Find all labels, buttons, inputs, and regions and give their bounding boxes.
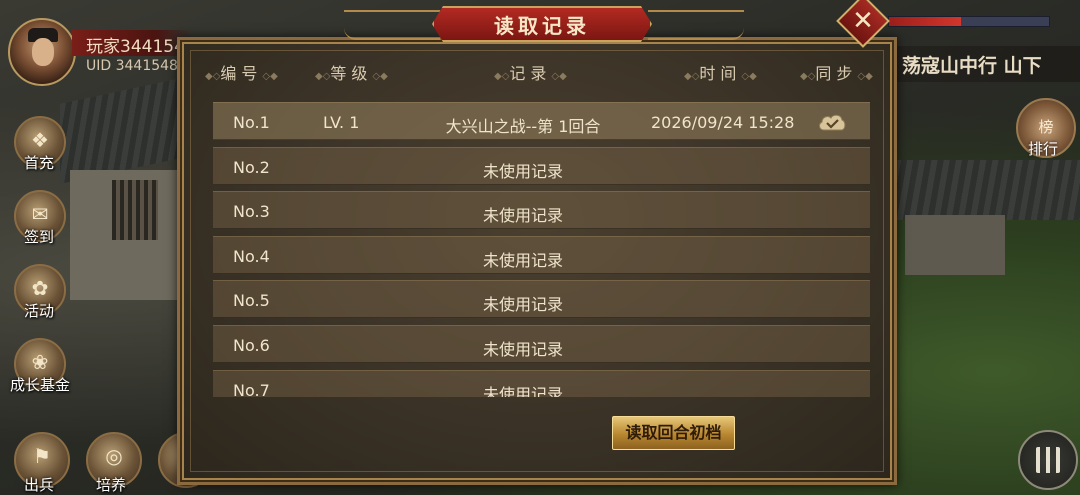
dispatch-label: 出兵 xyxy=(24,476,55,494)
record-row[interactable]: No.7 未使用记录 xyxy=(213,370,870,397)
record-name: 未使用记录 xyxy=(482,385,563,397)
load-round-start-button[interactable]: 读取回合初档 xyxy=(612,416,735,450)
column-header-id-text: 编号 xyxy=(220,64,263,83)
rank-label: 排行 xyxy=(1028,140,1059,158)
record-name: 未使用记录 xyxy=(482,295,563,314)
close-icon[interactable]: ✕ xyxy=(844,2,882,40)
flag-icon: ⚑ xyxy=(33,444,51,468)
health-bar xyxy=(888,16,1050,27)
column-header-time-text: 时间 xyxy=(699,64,742,83)
column-header-sync: ◆◇同步◇◆ xyxy=(800,64,873,83)
event-label: 活动 xyxy=(24,302,55,320)
record-name: 未使用记录 xyxy=(482,206,563,225)
record-level: LV. 1 xyxy=(323,113,360,132)
record-row[interactable]: No.2 未使用记录 xyxy=(213,147,870,185)
record-list[interactable]: No.1 LV. 1 大兴山之战--第 1回合 2026/09/24 15:28… xyxy=(213,100,870,397)
sign-in-label: 签到 xyxy=(24,228,55,246)
roof xyxy=(895,160,1080,220)
record-name: 大兴山之战--第 1回合 xyxy=(445,117,601,136)
column-header-id: ◆◇编号◇◆ xyxy=(205,64,278,83)
column-header-sync-text: 同步 xyxy=(815,64,858,83)
record-row[interactable]: No.4 未使用记录 xyxy=(213,236,870,274)
first-recharge-label: 首充 xyxy=(24,154,55,172)
record-row[interactable]: No.1 LV. 1 大兴山之战--第 1回合 2026/09/24 15:28 xyxy=(213,102,870,140)
growth-fund-label: 成长基金 xyxy=(10,376,71,394)
uid-value: 3441548 xyxy=(115,58,178,74)
record-row[interactable]: No.6 未使用记录 xyxy=(213,325,870,363)
column-header-record: ◆◇记录◇◆ xyxy=(494,64,567,83)
record-name: 未使用记录 xyxy=(482,340,563,359)
title-ornament-left xyxy=(344,10,440,40)
location-text: 荡寇山中行 山下 xyxy=(902,55,1042,77)
cloud-synced-icon xyxy=(819,114,846,131)
uid-label: UID xyxy=(86,58,112,74)
avatar-face xyxy=(32,38,54,66)
column-header-time: ◆◇时间◇◆ xyxy=(684,64,757,83)
train-label: 培养 xyxy=(96,476,127,494)
menu-icon xyxy=(1036,447,1060,473)
record-id: No.6 xyxy=(233,336,270,355)
title-ornament-right xyxy=(648,10,744,40)
record-id: No.2 xyxy=(233,158,270,177)
record-row[interactable]: No.5 未使用记录 xyxy=(213,280,870,318)
record-time: 2026/09/24 15:28 xyxy=(651,113,795,132)
dialog-title: 读取记录 xyxy=(494,14,590,38)
player-avatar[interactable] xyxy=(8,18,76,86)
player-name: 玩家344154 xyxy=(86,37,185,57)
menu-button[interactable] xyxy=(1018,430,1078,490)
record-id: No.3 xyxy=(233,202,270,221)
wall xyxy=(905,215,1005,275)
record-id: No.7 xyxy=(233,381,270,397)
column-header-level-text: 等级 xyxy=(330,64,373,83)
health-bar-fill xyxy=(889,17,961,26)
record-id: No.4 xyxy=(233,247,270,266)
record-name: 未使用记录 xyxy=(482,162,563,181)
scroll-icon: ✉ xyxy=(31,202,49,226)
record-id: No.5 xyxy=(233,291,270,310)
record-row[interactable]: No.3 未使用记录 xyxy=(213,191,870,229)
record-id: No.1 xyxy=(233,113,270,132)
rank-icon: 榜 xyxy=(1038,118,1054,136)
column-header-record-text: 记录 xyxy=(509,64,552,83)
fund-icon: ❀ xyxy=(31,350,49,374)
train-icon: ◎ xyxy=(105,444,123,468)
window xyxy=(112,180,158,240)
record-name: 未使用记录 xyxy=(482,251,563,270)
gift-icon: ❖ xyxy=(31,128,49,152)
event-icon: ✿ xyxy=(31,276,49,300)
column-header-level: ◆◇等级◇◆ xyxy=(315,64,388,83)
player-uid: UID 3441548 xyxy=(86,58,178,74)
